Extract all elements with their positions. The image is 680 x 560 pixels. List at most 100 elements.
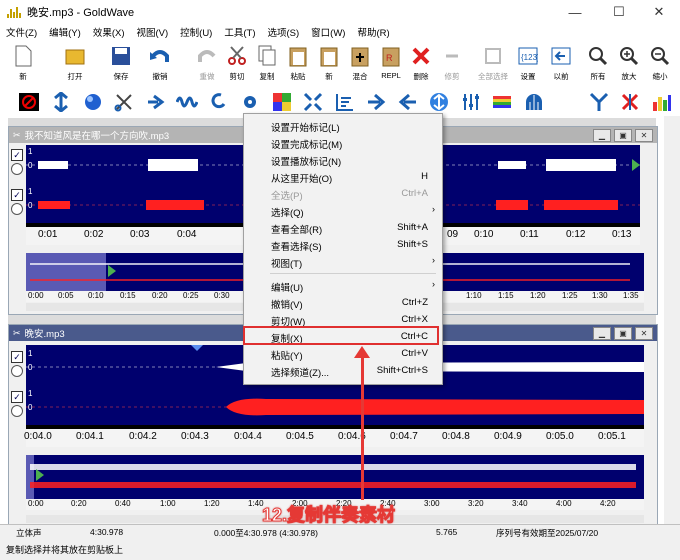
status-bar: 立体声 4:30.978 0.000至4:30.978 (4:30.978) 5… [0,524,680,541]
close-button[interactable]: ✕ [638,0,680,24]
ruler-label: 0:04.1 [76,431,104,442]
paste-button[interactable]: 粘贴 [283,43,313,87]
save-button[interactable]: 保存 [106,43,136,87]
window-1-restore-button[interactable]: ▣ [614,128,632,142]
back-arrow-icon[interactable] [397,91,419,113]
mix-button[interactable]: 混合 [345,43,375,87]
wave-icon[interactable] [176,91,198,113]
new-button[interactable]: 新 [8,43,38,87]
rainbow-icon[interactable] [491,91,513,113]
delete-button[interactable]: 删除 [406,43,436,87]
context-item-paste[interactable]: 粘贴(Y) Ctrl+V [244,345,442,362]
loop-icon[interactable] [208,91,230,113]
redo-button[interactable]: 重做 [192,43,222,87]
right-channel-checkbox[interactable]: ✓ [11,189,23,201]
maximize-button[interactable]: ☐ [598,0,640,24]
context-item-set-finish-marker[interactable]: 设置完成标记(M) [244,134,442,151]
open-button[interactable]: 打开 [60,43,90,87]
zoom-out-icon [648,43,672,69]
ruler-label: 3:00 [424,499,440,508]
previous-button[interactable]: 以前 [546,43,576,87]
menu-edit[interactable]: 编辑(Y) [43,25,87,39]
right-channel-radio[interactable] [11,203,23,215]
window-2-restore-button[interactable]: ▣ [614,326,632,340]
save-icon [109,43,133,69]
cut-tool-icon[interactable] [113,91,135,113]
status-selection-range: 0.000至4:30.978 (4:30.978) [214,528,318,538]
sphere-icon[interactable] [82,91,104,113]
svg-text:{123}: {123} [521,53,538,62]
paste-new-button[interactable]: 新 [314,43,344,87]
vertical-scrollbar[interactable] [664,116,680,524]
ruler-label: 0:12 [566,229,586,240]
colors-icon[interactable] [271,91,293,113]
cut-button[interactable]: 剪切 [222,43,252,87]
context-item-start-here[interactable]: 从这里开始(O) H [244,168,442,185]
forward-arrow-icon[interactable] [365,91,387,113]
bar-spectrum-icon[interactable] [651,91,673,113]
context-item-select[interactable]: 选择(Q) › [244,202,442,219]
context-item-select-all[interactable]: 全选(P) Ctrl+A [244,185,442,202]
window-1-close-button[interactable]: ✕ [635,128,653,142]
window-1-minimize-button[interactable]: ▁ [593,128,611,142]
copy-button[interactable]: 复制 [252,43,282,87]
menu-window[interactable]: 窗口(W) [305,25,351,39]
menu-options[interactable]: 选项(S) [262,25,306,39]
left-channel-checkbox[interactable]: ✓ [11,149,23,161]
context-item-view-selection[interactable]: 查看选择(S) Shift+S [244,236,442,253]
menu-control[interactable]: 控制(U) [174,25,218,39]
track2-time-ruler[interactable]: 0:04.0 0:04.1 0:04.2 0:04.3 0:04.4 0:04.… [24,425,644,447]
gear-icon[interactable] [239,91,261,113]
ruler-label: 0:00 [28,499,44,508]
stop-red-icon[interactable] [18,91,40,113]
context-item-view-all[interactable]: 查看全部(R) Shift+A [244,219,442,236]
track2-channel-label-r1: 1 [28,389,33,398]
menu-file[interactable]: 文件(Z) [0,25,43,39]
updown-icon[interactable] [428,91,450,113]
right-channel-checkbox[interactable]: ✓ [11,391,23,403]
ruler-label: 1:00 [160,499,176,508]
context-item-edit[interactable]: 编辑(U) › [244,277,442,294]
ruler-label: 0:05.1 [598,431,626,442]
menu-help[interactable]: 帮助(R) [351,25,395,39]
ruler-label: 1:15 [498,291,514,300]
menu-view[interactable]: 视图(V) [130,25,174,39]
paste-icon [286,43,310,69]
replace-button[interactable]: R REPL [376,43,406,87]
set-marker-button[interactable]: {123} 设置 [513,43,543,87]
context-item-undo[interactable]: 撤销(V) Ctrl+Z [244,294,442,311]
context-item-view[interactable]: 视图(T) › [244,253,442,270]
expand-icon[interactable] [302,91,324,113]
spectrum-icon[interactable] [334,91,356,113]
trim-button[interactable]: 修剪 [437,43,467,87]
new-file-icon [11,43,35,69]
menu-effects[interactable]: 效果(X) [87,25,131,39]
track2-overview[interactable] [26,455,644,499]
window-2-minimize-button[interactable]: ▁ [593,326,611,340]
zoom-all-button[interactable]: 所有 [583,43,613,87]
ruler-label: 0:04.5 [286,431,314,442]
window-2-close-button[interactable]: ✕ [635,326,653,340]
left-channel-radio[interactable] [11,365,23,377]
right-channel-radio[interactable] [11,405,23,417]
menu-tools[interactable]: 工具(T) [218,25,261,39]
left-channel-radio[interactable] [11,163,23,175]
context-item-set-play-marker[interactable]: 设置播放标记(N) [244,151,442,168]
context-item-select-channels[interactable]: 选择频道(Z)... Shift+Ctrl+S [244,362,442,379]
zoom-in-button[interactable]: 放大 [614,43,644,87]
dome-icon[interactable] [523,91,545,113]
fan-icon[interactable] [588,91,610,113]
ruler-label: 0:01 [38,229,58,240]
status-channel-mode[interactable]: 立体声 [16,527,42,539]
echo-arrow-icon[interactable] [145,91,167,113]
zoom-out-button[interactable]: 缩小 [645,43,675,87]
submenu-arrow-icon: › [432,279,435,289]
select-all-button[interactable]: 全部选择 [478,43,508,87]
equalizer-icon[interactable] [460,91,482,113]
cross-icon[interactable] [619,91,641,113]
compress-arrows-icon[interactable] [50,91,72,113]
context-item-set-start-marker[interactable]: 设置开始标记(L) [244,117,442,134]
minimize-button[interactable]: — [554,0,596,24]
left-channel-checkbox[interactable]: ✓ [11,351,23,363]
undo-button[interactable]: 撤销 [145,43,175,87]
